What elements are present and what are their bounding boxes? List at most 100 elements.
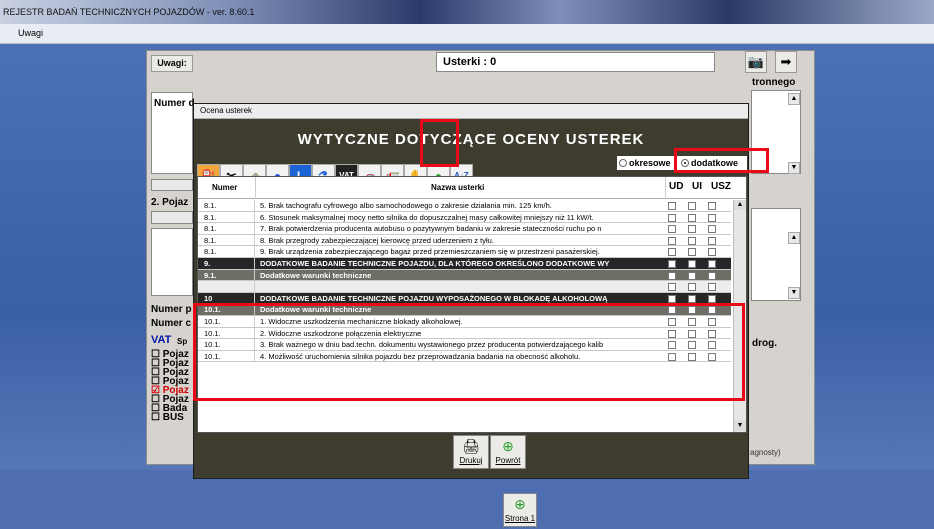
- green-plus-icon: ⊕: [514, 496, 526, 512]
- menu-item-uwagi[interactable]: Uwagi: [18, 28, 43, 38]
- col-header-ud[interactable]: UD: [669, 181, 683, 192]
- ud-checkbox[interactable]: [668, 213, 676, 222]
- table-row[interactable]: 8.1. 5. Brak tachografu cyfrowego albo sa…: [198, 200, 731, 212]
- ui-checkbox[interactable]: [688, 283, 696, 292]
- col-header-nazwa[interactable]: Nazwa usterki: [431, 183, 484, 192]
- bg-checkbox-item[interactable]: ☐ BUS: [151, 413, 189, 423]
- table-row[interactable]: 8.1. 7. Brak potwierdzenia producenta aut…: [198, 223, 731, 235]
- dialog-heading: WYTYCZNE DOTYCZĄCE OCENY USTEREK: [297, 131, 645, 148]
- bg-label-agnosty: agnosty): [750, 448, 781, 457]
- back-button-label: Powrót: [495, 456, 521, 465]
- col-header-ui[interactable]: UI: [692, 181, 702, 192]
- scroll-up-icon-2[interactable]: ▲: [788, 232, 800, 244]
- table-row[interactable]: 9.1. Dodatkowe warunki techniczne: [198, 269, 731, 282]
- usz-checkbox[interactable]: [708, 283, 716, 292]
- bg-text-left-2: [151, 228, 193, 296]
- ui-checkbox[interactable]: [688, 202, 696, 210]
- row-number: 9.1.: [198, 269, 255, 281]
- ud-checkbox[interactable]: [668, 248, 676, 257]
- usterki-field: Usterki : 0: [436, 52, 715, 72]
- bg-label-numer: Numer d: [154, 98, 195, 109]
- bg-label-tronnego: tronnego: [752, 77, 796, 88]
- highlight-dodatkowe: [674, 148, 769, 173]
- row-number: 9.: [198, 257, 255, 269]
- ui-checkbox[interactable]: [688, 271, 696, 280]
- bg-label-numer-c: Numer c: [151, 318, 192, 329]
- row-defect-name: 8. Brak przegrody zabezpieczającej kiero…: [260, 235, 494, 245]
- usz-checkbox[interactable]: [708, 213, 716, 222]
- row-defect-name: 7. Brak potwierdzenia producenta autobus…: [260, 224, 602, 234]
- ud-checkbox[interactable]: [668, 202, 676, 210]
- ui-checkbox[interactable]: [688, 294, 696, 303]
- dialog-caption: Ocena usterek: [194, 104, 748, 119]
- ui-checkbox[interactable]: [688, 259, 696, 268]
- title-bar: REJESTR BADAŃ TECHNICZNYCH POJAZDÓW - ve…: [0, 0, 934, 24]
- green-plus-icon: ⊕: [502, 438, 514, 454]
- scroll-down-icon[interactable]: ▼: [788, 162, 800, 174]
- bg-label-numer-p: Numer p: [151, 304, 192, 315]
- exit-arrow-icon[interactable]: ➡: [775, 51, 797, 73]
- row-defect-name: Dodatkowe warunki techniczne: [260, 270, 372, 280]
- row-number: 8.1.: [198, 234, 255, 246]
- ud-checkbox[interactable]: [668, 236, 676, 245]
- bg-label-vat-sub: Sp: [177, 337, 188, 346]
- row-number: 8.1.: [198, 223, 255, 234]
- ui-checkbox[interactable]: [688, 213, 696, 222]
- row-number: 8.1.: [198, 211, 255, 223]
- bg-strip: [151, 179, 193, 191]
- row-defect-name: 9. Brak urządzenia zabezpieczającego bag…: [260, 247, 600, 257]
- row-number: 8.1.: [198, 200, 255, 211]
- usz-checkbox[interactable]: [708, 259, 716, 268]
- row-defect-name: DODATKOWE BADANIE TECHNICZNE POJAZDU WYP…: [260, 293, 608, 303]
- usz-checkbox[interactable]: [708, 271, 716, 280]
- usz-checkbox[interactable]: [708, 225, 716, 234]
- row-number: 8.1.: [198, 246, 255, 257]
- highlight-alcohol-section: [193, 303, 745, 401]
- scroll-down-icon-2[interactable]: ▼: [788, 287, 800, 299]
- row-defect-name: DODATKOWE BADANIE TECHNICZNE POJAZDU, DL…: [260, 258, 610, 268]
- radio-okresowe-dot: [619, 159, 627, 167]
- ui-checkbox[interactable]: [688, 236, 696, 245]
- ud-checkbox[interactable]: [668, 294, 676, 303]
- usz-checkbox[interactable]: [708, 236, 716, 245]
- printer-icon: 🖨: [462, 438, 480, 454]
- ud-checkbox[interactable]: [668, 259, 676, 268]
- page-button[interactable]: ⊕ Strona 1: [503, 493, 537, 527]
- camera-icon[interactable]: 📷: [745, 51, 767, 73]
- radio-okresowe[interactable]: okresowe: [619, 158, 671, 168]
- col-header-numer[interactable]: Numer: [212, 183, 237, 192]
- table-row[interactable]: 8.1. 6. Stosunek maksymalnej mocy netto s…: [198, 211, 731, 224]
- row-defect-name: [256, 281, 665, 292]
- table-row[interactable]: 8.1. 8. Brak przegrody zabezpieczającej k…: [198, 234, 731, 247]
- col-separator: [665, 177, 666, 199]
- ui-checkbox[interactable]: [688, 225, 696, 234]
- col-header-usz[interactable]: USZ: [711, 181, 731, 192]
- grid-header: Numer Nazwa usterki UD UI USZ: [198, 177, 746, 199]
- scroll-up-icon[interactable]: ▲: [734, 200, 746, 210]
- usz-checkbox[interactable]: [708, 202, 716, 210]
- ud-checkbox[interactable]: [668, 271, 676, 280]
- table-row[interactable]: 9. DODATKOWE BADANIE TECHNICZNE POJAZDU, …: [198, 257, 731, 270]
- back-button[interactable]: ⊕ Powrót: [490, 435, 526, 469]
- scroll-down-icon[interactable]: ▼: [734, 421, 746, 431]
- row-number: [198, 281, 255, 292]
- page-button-label: Strona 1: [504, 514, 536, 523]
- uwagi-button[interactable]: Uwagi:: [151, 55, 193, 72]
- radio-okresowe-label: okresowe: [629, 158, 671, 168]
- table-row[interactable]: 8.1. 9. Brak urządzenia zabezpieczającego…: [198, 246, 731, 258]
- ud-checkbox[interactable]: [668, 225, 676, 234]
- window-title: REJESTR BADAŃ TECHNICZNYCH POJAZDÓW - ve…: [3, 7, 255, 17]
- scroll-up-icon[interactable]: ▲: [788, 93, 800, 105]
- print-button[interactable]: 🖨 Drukuj: [453, 435, 489, 469]
- usz-checkbox[interactable]: [708, 294, 716, 303]
- highlight-lock-icon: [420, 119, 459, 167]
- ud-checkbox[interactable]: [668, 283, 676, 292]
- usz-checkbox[interactable]: [708, 248, 716, 257]
- table-row[interactable]: [198, 281, 731, 293]
- bg-label-pojazd: 2. Pojaz: [151, 197, 189, 208]
- row-defect-name: 6. Stosunek maksymalnej mocy netto silni…: [260, 212, 594, 222]
- col-separator: [255, 177, 256, 199]
- bg-checklist: ☐ Pojaz ☐ Pojaz ☐ Pojaz ☐ Pojaz ☑ Pojaz …: [151, 350, 189, 423]
- print-button-label: Drukuj: [459, 456, 483, 465]
- ui-checkbox[interactable]: [688, 248, 696, 257]
